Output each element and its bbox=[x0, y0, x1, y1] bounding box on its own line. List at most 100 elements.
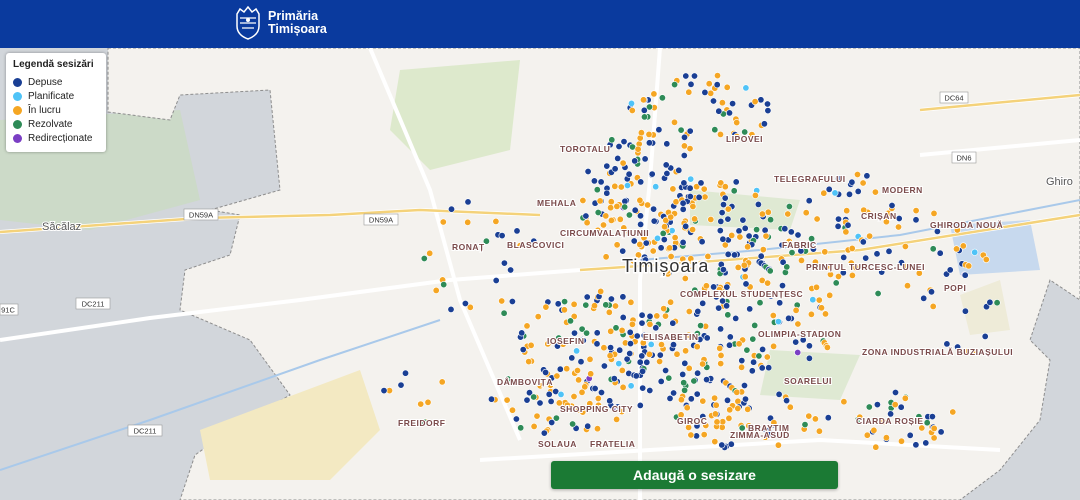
report-marker[interactable] bbox=[812, 283, 820, 291]
report-marker[interactable] bbox=[792, 338, 800, 346]
report-marker[interactable] bbox=[649, 247, 657, 255]
report-marker[interactable] bbox=[724, 250, 732, 258]
report-marker[interactable] bbox=[645, 350, 653, 358]
report-marker[interactable] bbox=[758, 364, 766, 372]
report-marker[interactable] bbox=[569, 420, 577, 428]
report-marker[interactable] bbox=[680, 179, 688, 187]
report-marker[interactable] bbox=[590, 177, 598, 185]
report-marker[interactable] bbox=[700, 185, 708, 193]
report-marker[interactable] bbox=[763, 100, 771, 108]
report-marker[interactable] bbox=[583, 293, 591, 301]
report-marker[interactable] bbox=[797, 256, 805, 264]
report-marker[interactable] bbox=[741, 224, 749, 232]
report-marker[interactable] bbox=[807, 310, 815, 318]
report-marker[interactable] bbox=[593, 425, 601, 433]
report-marker[interactable] bbox=[740, 381, 748, 389]
report-marker[interactable] bbox=[766, 267, 774, 275]
report-marker[interactable] bbox=[981, 332, 989, 340]
report-marker[interactable] bbox=[611, 302, 619, 310]
add-report-button[interactable]: Adaugă o sesizare bbox=[551, 461, 838, 489]
report-marker[interactable] bbox=[619, 313, 627, 321]
report-marker[interactable] bbox=[711, 438, 719, 446]
report-marker[interactable] bbox=[834, 215, 842, 223]
report-marker[interactable] bbox=[840, 398, 848, 406]
report-marker[interactable] bbox=[610, 375, 618, 383]
report-marker[interactable] bbox=[882, 434, 890, 442]
report-marker[interactable] bbox=[686, 193, 694, 201]
report-marker[interactable] bbox=[508, 297, 516, 305]
report-marker[interactable] bbox=[607, 295, 615, 303]
report-marker[interactable] bbox=[613, 415, 621, 423]
report-marker[interactable] bbox=[660, 305, 668, 313]
report-marker[interactable] bbox=[627, 298, 635, 306]
report-marker[interactable] bbox=[701, 193, 709, 201]
report-marker[interactable] bbox=[597, 178, 605, 186]
report-marker[interactable] bbox=[805, 197, 813, 205]
report-marker[interactable] bbox=[681, 386, 689, 394]
report-marker[interactable] bbox=[760, 120, 768, 128]
report-marker[interactable] bbox=[711, 410, 719, 418]
report-marker[interactable] bbox=[563, 365, 571, 373]
report-marker[interactable] bbox=[500, 309, 508, 317]
report-marker[interactable] bbox=[802, 209, 810, 217]
report-marker[interactable] bbox=[681, 359, 689, 367]
report-marker[interactable] bbox=[663, 170, 671, 178]
report-marker[interactable] bbox=[699, 360, 707, 368]
report-marker[interactable] bbox=[593, 340, 601, 348]
report-marker[interactable] bbox=[542, 303, 550, 311]
report-marker[interactable] bbox=[859, 179, 867, 187]
report-marker[interactable] bbox=[716, 130, 724, 138]
report-marker[interactable] bbox=[644, 201, 652, 209]
report-marker[interactable] bbox=[650, 217, 658, 225]
report-marker[interactable] bbox=[894, 223, 902, 231]
report-marker[interactable] bbox=[653, 234, 661, 242]
report-marker[interactable] bbox=[775, 390, 783, 398]
report-marker[interactable] bbox=[653, 312, 661, 320]
report-marker[interactable] bbox=[805, 412, 813, 420]
report-marker[interactable] bbox=[647, 340, 655, 348]
report-marker[interactable] bbox=[825, 185, 833, 193]
report-marker[interactable] bbox=[424, 398, 432, 406]
report-marker[interactable] bbox=[716, 227, 724, 235]
report-marker[interactable] bbox=[871, 188, 879, 196]
report-marker[interactable] bbox=[713, 418, 721, 426]
report-marker[interactable] bbox=[508, 406, 516, 414]
report-marker[interactable] bbox=[751, 191, 759, 199]
report-marker[interactable] bbox=[679, 205, 687, 213]
report-marker[interactable] bbox=[631, 206, 639, 214]
report-marker[interactable] bbox=[703, 376, 711, 384]
report-marker[interactable] bbox=[689, 203, 697, 211]
report-marker[interactable] bbox=[741, 273, 749, 281]
report-marker[interactable] bbox=[801, 421, 809, 429]
report-marker[interactable] bbox=[464, 218, 472, 226]
report-marker[interactable] bbox=[513, 227, 521, 235]
report-marker[interactable] bbox=[728, 231, 736, 239]
report-marker[interactable] bbox=[693, 343, 701, 351]
report-marker[interactable] bbox=[743, 346, 751, 354]
report-marker[interactable] bbox=[625, 211, 633, 219]
report-marker[interactable] bbox=[912, 207, 920, 215]
report-marker[interactable] bbox=[650, 205, 658, 213]
report-marker[interactable] bbox=[726, 333, 734, 341]
report-marker[interactable] bbox=[582, 212, 590, 220]
report-marker[interactable] bbox=[602, 253, 610, 261]
report-marker[interactable] bbox=[618, 326, 626, 334]
report-marker[interactable] bbox=[380, 387, 388, 395]
brand-logo[interactable]: Primăria Timișoara bbox=[234, 6, 327, 40]
report-marker[interactable] bbox=[745, 232, 753, 240]
report-marker[interactable] bbox=[632, 372, 640, 380]
report-marker[interactable] bbox=[971, 248, 979, 256]
report-marker[interactable] bbox=[965, 262, 973, 270]
report-marker[interactable] bbox=[831, 189, 839, 197]
report-marker[interactable] bbox=[652, 324, 660, 332]
report-marker[interactable] bbox=[578, 388, 586, 396]
report-marker[interactable] bbox=[863, 172, 871, 180]
report-marker[interactable] bbox=[500, 259, 508, 267]
report-marker[interactable] bbox=[725, 414, 733, 422]
report-marker[interactable] bbox=[862, 254, 870, 262]
report-marker[interactable] bbox=[636, 401, 644, 409]
report-marker[interactable] bbox=[440, 281, 448, 289]
report-marker[interactable] bbox=[937, 428, 945, 436]
report-marker[interactable] bbox=[673, 350, 681, 358]
report-marker[interactable] bbox=[646, 312, 654, 320]
